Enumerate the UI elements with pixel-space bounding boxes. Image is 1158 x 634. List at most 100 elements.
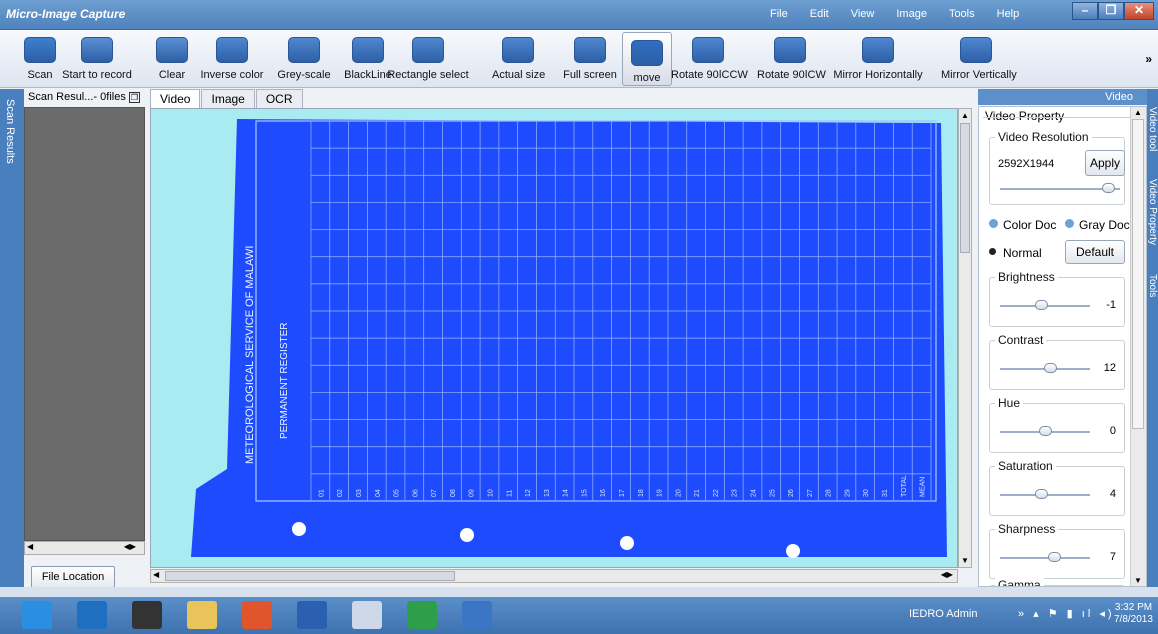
full-screen-icon <box>574 37 606 63</box>
register-day-label: 03 <box>356 489 363 497</box>
scroll-up-icon[interactable]: ▲ <box>961 111 969 120</box>
apply-button[interactable]: Apply <box>1085 150 1125 176</box>
gray-doc-radio[interactable] <box>1065 219 1074 228</box>
scroll-thumb[interactable] <box>165 571 455 581</box>
sharpness-slider-knob[interactable] <box>1048 552 1061 562</box>
scroll-left-icon[interactable]: ◀ <box>27 542 33 551</box>
register-day-label: 08 <box>450 489 457 497</box>
rectangle-select-icon <box>412 37 444 63</box>
menu-help[interactable]: Help <box>997 8 1020 20</box>
tool-full-screen-button[interactable]: Full screen <box>561 30 619 88</box>
color-doc-radio[interactable] <box>989 219 998 228</box>
file-explorer-icon[interactable] <box>187 601 217 629</box>
menu-view[interactable]: View <box>851 8 875 20</box>
tool-mirror-horizontal-button[interactable]: Mirror Horizontally <box>832 30 924 88</box>
tool-label: Rectangle select <box>387 69 469 81</box>
toolbar-more-icon[interactable]: » <box>1145 52 1152 66</box>
saturation-slider-knob[interactable] <box>1034 489 1048 499</box>
video-tool-tab[interactable]: Video tool <box>1147 107 1158 151</box>
tool-mirror-vertical-button[interactable]: Mirror Vertically <box>941 30 1017 88</box>
brightness-slider-knob[interactable] <box>1034 300 1048 310</box>
scroll-up-icon[interactable]: ▲ <box>1134 108 1142 117</box>
scan-results-scrollbar[interactable]: ◀ ◀▶ <box>24 541 145 555</box>
register-day-label: 26 <box>788 489 795 497</box>
video-viewer[interactable]: 01 02 03 04 05 06 07 08 09 10 11 12 13 14 15 16 17 18 19 20… <box>150 108 958 568</box>
resolution-slider-knob[interactable] <box>1102 183 1115 193</box>
menu-file[interactable]: File <box>770 8 788 20</box>
word-icon[interactable] <box>297 601 327 629</box>
scroll-down-icon[interactable]: ▼ <box>961 556 969 565</box>
tool-label: Mirror Horizontally <box>833 69 923 81</box>
camera-icon <box>24 37 56 63</box>
tray-user[interactable]: IEDRO Admin <box>909 608 977 620</box>
gamma-label: Gamma <box>995 578 1044 586</box>
excel-icon[interactable] <box>407 601 437 629</box>
default-button[interactable]: Default <box>1065 240 1125 264</box>
scroll-down-icon[interactable]: ▼ <box>1134 576 1142 585</box>
scroll-left-icon[interactable]: ◀ <box>153 570 159 579</box>
contrast-slider-knob[interactable] <box>1043 363 1057 373</box>
scroll-right-icon[interactable]: ◀▶ <box>941 570 953 579</box>
viewer-vertical-scrollbar[interactable]: ▲ ▼ <box>958 108 972 568</box>
maximize-button[interactable]: ❐ <box>1098 2 1124 20</box>
scroll-thumb[interactable] <box>1132 119 1144 429</box>
scroll-thumb[interactable] <box>960 123 970 253</box>
register-day-label: 29 <box>844 489 851 497</box>
tool-rotate-ccw-button[interactable]: Rotate 90ǀCCW <box>671 30 748 88</box>
property-panel-scrollbar[interactable]: ▲ ▼ <box>1130 107 1146 586</box>
register-title: PERMANENT REGISTER <box>279 323 290 440</box>
touch-icon[interactable] <box>132 601 162 629</box>
tool-label: Mirror Vertically <box>941 69 1017 81</box>
tools-tab[interactable]: Tools <box>1147 274 1158 297</box>
brightness-value: -1 <box>1106 299 1116 311</box>
app-icon[interactable] <box>352 601 382 629</box>
tool-label: Clear <box>158 69 186 81</box>
close-button[interactable]: ✕ <box>1124 2 1154 20</box>
mirror-horizontal-icon <box>862 37 894 63</box>
tray-clock[interactable]: 3:32 PM 7/8/2013 <box>1114 602 1153 626</box>
video-property-heading: Video Property <box>985 109 1065 123</box>
contrast-group: Contrast 12 <box>989 333 1125 390</box>
hp-icon[interactable] <box>77 601 107 629</box>
file-location-button[interactable]: File Location <box>31 566 115 588</box>
minimize-button[interactable]: – <box>1072 2 1098 20</box>
scan-results-rail[interactable]: Scan Results <box>0 89 24 587</box>
tool-rectangle-select-button[interactable]: Rectangle select <box>386 30 470 88</box>
tab-video[interactable]: Video <box>150 89 201 108</box>
video-property-tab[interactable]: Video Property <box>1147 179 1158 245</box>
register-day-label: 09 <box>469 489 476 497</box>
video-resolution-group: Video Resolution 2592X1944 Apply <box>989 130 1125 205</box>
tool-grey-scale-button[interactable]: Grey-scale <box>275 30 333 88</box>
tray-icons[interactable]: » ▴ ⚑ ▮ ıl ◂) <box>1018 607 1115 620</box>
scan-results-list[interactable] <box>24 107 145 541</box>
register-day-label: 07 <box>431 489 438 497</box>
tab-ocr[interactable]: OCR <box>255 89 303 108</box>
register-day-label: 22 <box>713 489 720 497</box>
chrome-icon[interactable] <box>242 601 272 629</box>
internet-explorer-icon[interactable] <box>22 601 52 629</box>
video-panel-title: Video <box>978 89 1147 105</box>
micro-image-capture-icon[interactable] <box>462 601 492 629</box>
tool-clapperboard-button[interactable]: Start to record <box>61 30 133 88</box>
menu-edit[interactable]: Edit <box>810 8 829 20</box>
tool-rotate-cw-button[interactable]: Rotate 90ǀCW <box>757 30 826 88</box>
tool-inverse-color-button[interactable]: Inverse color <box>200 30 264 88</box>
tool-move-button[interactable]: move <box>622 32 672 86</box>
menu-image[interactable]: Image <box>896 8 927 20</box>
normal-radio[interactable] <box>989 248 996 255</box>
menu-tools[interactable]: Tools <box>949 8 975 20</box>
right-side-rail: Video tool Video Property Tools <box>1147 89 1158 587</box>
sharpness-slider[interactable] <box>1000 557 1090 559</box>
float-window-icon[interactable]: ❐ <box>128 92 141 103</box>
tool-trash-button[interactable]: Clear <box>149 30 195 88</box>
scroll-right-icon[interactable]: ◀▶ <box>124 542 136 551</box>
tool-actual-size-button[interactable]: Actual size <box>492 30 545 88</box>
tab-image[interactable]: Image <box>201 89 255 108</box>
tool-label: Scan <box>27 69 53 81</box>
tool-camera-button[interactable]: Scan <box>18 30 62 88</box>
tool-label: Start to record <box>62 69 132 81</box>
hue-value: 0 <box>1109 425 1116 437</box>
viewer-horizontal-scrollbar[interactable]: ◀ ◀▶ <box>150 569 958 583</box>
register-day-label: 17 <box>619 489 626 497</box>
hue-slider-knob[interactable] <box>1039 426 1052 436</box>
